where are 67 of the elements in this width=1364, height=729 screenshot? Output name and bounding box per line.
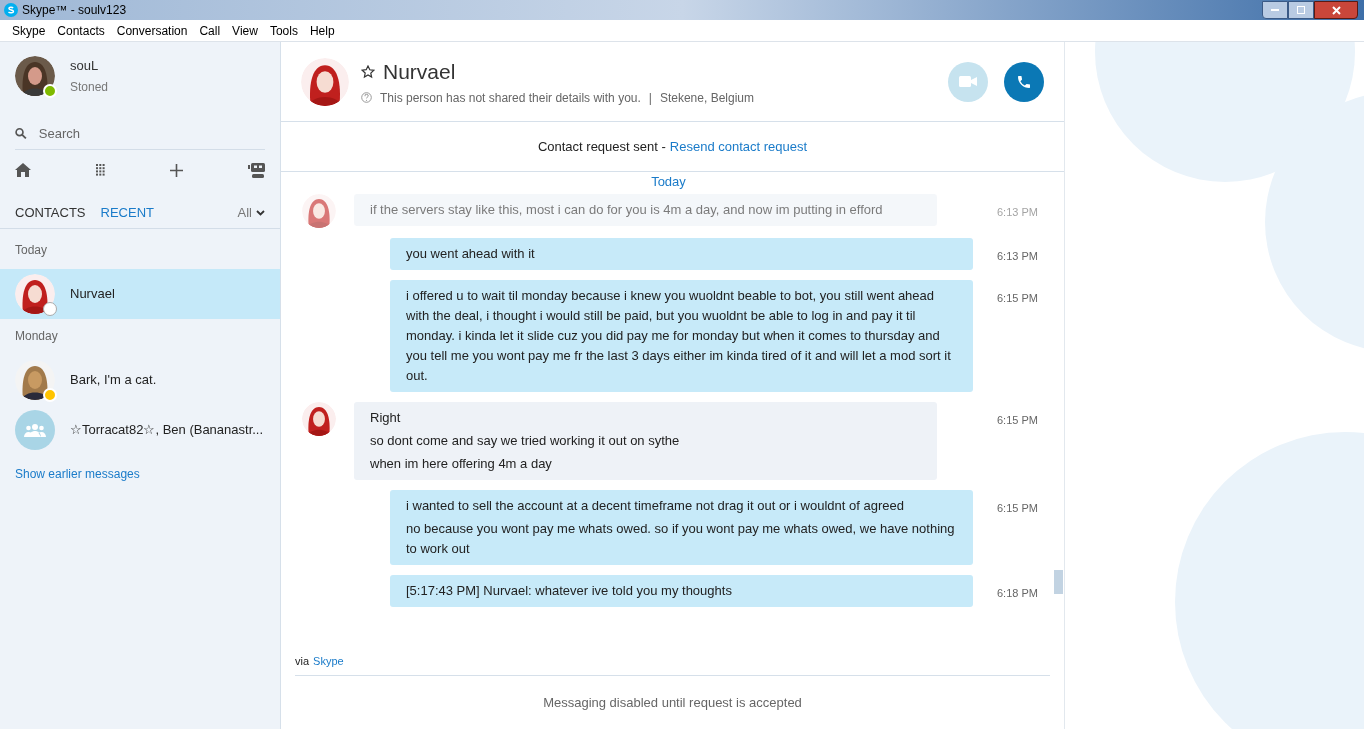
group-label: Today bbox=[14, 242, 49, 257]
message-text: i offered u to wait til monday because i knew you wuoldnt beable to bot, you still went ahead with the deal, i thought i would still be paid, but you wuoldnt be able to log in and pay it til monday. i kinda let it slide cuz you did pay me for monday but when it comes to thursday and you tell me you wont pay me fr the last 3 days either im kinda tired of it and will let a mod sort it out. bbox=[406, 287, 952, 385]
resend-request-link[interactable]: Resend contact request bbox=[669, 136, 808, 157]
menu-item[interactable]: Conversation bbox=[110, 21, 194, 40]
message-time: 6:13 PM bbox=[997, 249, 1038, 264]
composer-notice: Messaging disabled until request is accepted bbox=[542, 693, 803, 712]
skype-link[interactable]: Skype bbox=[313, 652, 344, 670]
message-text: when im here offering 4m a day bbox=[370, 455, 553, 473]
contact-item[interactable]: ☆Torracat82☆, Ben (Bananastr... bbox=[0, 405, 280, 455]
contact-item[interactable]: Bark, I'm a cat. bbox=[0, 355, 280, 405]
message-time: 6:18 PM bbox=[997, 586, 1038, 601]
plus-icon[interactable] bbox=[170, 163, 183, 177]
message-text: i wanted to sell the account at a decent timeframe not drag it out or i wouldnt of agreed bbox=[406, 497, 905, 515]
profile-mood: Stoned bbox=[70, 78, 109, 96]
message-time: 6:15 PM bbox=[997, 413, 1038, 428]
window-title: Skype™ - soulv123 bbox=[22, 2, 127, 19]
profile-name: souL bbox=[70, 57, 100, 76]
contact-name: Bark, I'm a cat. bbox=[70, 371, 157, 390]
contact-item[interactable]: Nurvael bbox=[0, 269, 280, 319]
scrollbar-thumb[interactable] bbox=[1054, 570, 1063, 594]
contact-title: Nurvael bbox=[383, 59, 456, 86]
online-status-icon bbox=[43, 84, 57, 98]
message-text: so dont come and say we tried working it out on sythe bbox=[370, 432, 681, 450]
menu-item[interactable]: Skype bbox=[6, 21, 52, 40]
message-text: if the servers stay like this, most i can do for you is 4m a day, and now im putting in efford bbox=[370, 201, 884, 219]
menu-item[interactable]: Tools bbox=[263, 21, 304, 40]
group-label: Monday bbox=[14, 328, 59, 343]
menu-item[interactable]: View bbox=[226, 21, 264, 40]
separator-text: | bbox=[648, 89, 652, 107]
video-camera-icon bbox=[959, 76, 977, 87]
close-icon bbox=[1331, 5, 1341, 15]
list-tab[interactable]: RECENT bbox=[100, 203, 154, 223]
message-text: [5:17:43 PM] Nurvael: whatever ive told you my thoughts bbox=[406, 582, 733, 600]
close-button[interactable] bbox=[1314, 1, 1358, 19]
message-text: Right bbox=[370, 409, 402, 427]
request-status-text: Contact request sent - bbox=[537, 137, 666, 156]
home-icon[interactable] bbox=[15, 163, 31, 177]
contact-name: ☆Torracat82☆, Ben (Bananastr... bbox=[70, 421, 264, 440]
star-icon[interactable] bbox=[361, 65, 375, 79]
message-time: 6:13 PM bbox=[997, 205, 1038, 220]
menu-item[interactable]: Contacts bbox=[51, 21, 111, 40]
menu-item[interactable]: Call bbox=[193, 21, 227, 40]
chevron-down-icon bbox=[256, 210, 265, 216]
search-icon bbox=[15, 127, 27, 140]
day-label: Today bbox=[651, 174, 686, 190]
menu-item[interactable]: Help bbox=[303, 21, 341, 40]
show-earlier-link[interactable]: Show earlier messages bbox=[0, 465, 280, 483]
message-text: you went ahead with it bbox=[406, 245, 536, 263]
details-text: This person has not shared their details with you. bbox=[380, 89, 641, 107]
message-time: 6:15 PM bbox=[997, 291, 1038, 306]
people-icon bbox=[24, 423, 46, 437]
minimize-button[interactable] bbox=[1262, 1, 1288, 19]
call-button[interactable] bbox=[1004, 61, 1044, 102]
via-text: via bbox=[295, 653, 310, 669]
message-time: 6:15 PM bbox=[997, 501, 1038, 516]
filter-dropdown[interactable]: All bbox=[237, 203, 265, 223]
skype-logo-icon bbox=[4, 3, 18, 17]
dialpad-icon[interactable] bbox=[96, 164, 105, 176]
bot-icon[interactable] bbox=[248, 162, 265, 178]
question-icon bbox=[361, 92, 372, 104]
list-tab[interactable]: CONTACTS bbox=[15, 203, 86, 223]
phone-icon bbox=[1016, 73, 1032, 90]
search-field[interactable]: Search bbox=[38, 123, 265, 144]
location-text: Stekene, Belgium bbox=[659, 89, 754, 107]
message-text: no because you wont pay me whats owed. so if you wont pay me whats owed, we have nothing to work out bbox=[406, 520, 956, 558]
contact-name: Nurvael bbox=[70, 285, 115, 304]
maximize-button[interactable] bbox=[1288, 1, 1314, 19]
